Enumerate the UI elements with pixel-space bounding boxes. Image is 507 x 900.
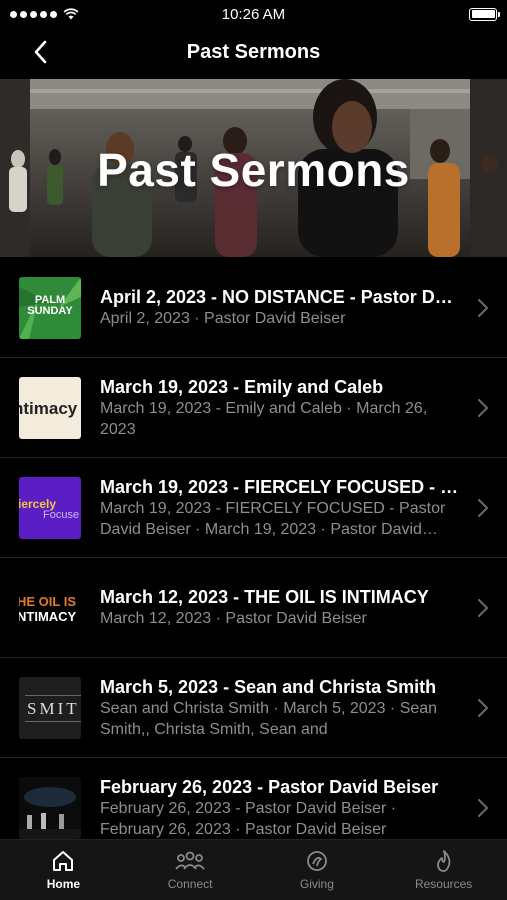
thumbnail-text: NTIMACY	[19, 609, 77, 624]
tab-label: Connect	[167, 877, 213, 891]
sermon-row[interactable]: PALM SUNDAY April 2, 2023 - NO DISTANCE …	[0, 258, 507, 358]
sermon-list: PALM SUNDAY April 2, 2023 - NO DISTANCE …	[0, 258, 507, 858]
status-left	[10, 8, 79, 20]
sermon-row[interactable]: SMIT March 5, 2023 - Sean and Christa Sm…	[0, 658, 507, 758]
sermon-title: March 5, 2023 - Sean and Christa Smith	[100, 676, 437, 697]
chevron-right-icon	[478, 799, 488, 817]
thumbnail-text: ntimacy	[19, 399, 78, 418]
sermon-title: March 19, 2023 - FIERCELY FOCUSED - Past…	[100, 476, 461, 497]
giving-icon	[306, 851, 327, 871]
sermon-title: February 26, 2023 - Pastor David Beiser	[100, 776, 439, 797]
sermon-subtitle: March 12, 2023 · Pastor David Beiser	[100, 610, 367, 627]
sermon-thumbnail	[19, 777, 81, 839]
sermon-thumbnail: HE OIL IS NTIMACY	[19, 577, 81, 639]
sermon-thumbnail: SMIT	[19, 677, 81, 739]
chevron-right-icon	[478, 699, 488, 717]
sermon-row[interactable]: iercely Focuse March 19, 2023 - FIERCELY…	[0, 458, 507, 558]
sermon-title: April 2, 2023 - NO DISTANCE - Pastor Dav…	[100, 287, 461, 307]
thumbnail-text: Focuse	[43, 509, 80, 521]
sermon-thumbnail: ntimacy	[19, 377, 81, 439]
tab-label: Home	[46, 877, 81, 891]
flame-icon	[436, 850, 450, 872]
sermon-thumbnail: iercely Focuse	[19, 477, 81, 539]
tab-home[interactable]: Home	[0, 840, 127, 900]
thumbnail-text: HE OIL IS	[19, 594, 76, 609]
sermon-subtitle: March 19, 2023 - Emily and Caleb · March…	[100, 399, 428, 438]
stage-photo	[19, 787, 81, 839]
tab-label: Giving	[299, 877, 334, 891]
sermon-row[interactable]: HE OIL IS NTIMACY March 12, 2023 - THE O…	[0, 558, 507, 658]
tab-giving[interactable]: Giving	[254, 840, 381, 900]
sermon-text: March 5, 2023 - Sean and Christa Smith S…	[100, 658, 461, 757]
people-icon	[175, 851, 205, 870]
sermon-text: March 19, 2023 - Emily and Caleb March 1…	[100, 358, 461, 457]
sermon-subtitle: February 26, 2023 - Pastor David Beiser …	[100, 799, 397, 838]
battery-icon	[469, 7, 500, 21]
navigation-bar: Past Sermons	[0, 28, 507, 78]
hero-title: Past Sermons	[97, 144, 410, 196]
chevron-right-icon	[478, 599, 488, 617]
tab-label: Resources	[414, 877, 473, 891]
chevron-right-icon	[478, 499, 488, 517]
thumbnail-text: SMIT	[27, 699, 80, 718]
sermon-title: March 12, 2023 - THE OIL IS INTIMACY	[100, 587, 429, 607]
sermon-title: March 19, 2023 - Emily and Caleb	[100, 376, 384, 397]
sermon-text: March 19, 2023 - FIERCELY FOCUSED - Past…	[100, 458, 461, 557]
chevron-right-icon	[478, 399, 488, 417]
hero-banner: Past Sermons	[0, 79, 507, 257]
signal-strength-icon	[10, 10, 57, 18]
tab-resources[interactable]: Resources	[380, 840, 507, 900]
sermon-subtitle: April 2, 2023 · Pastor David Beiser	[100, 310, 346, 327]
sermon-subtitle: Sean and Christa Smith · March 5, 2023 ·…	[100, 699, 438, 738]
sermon-text: April 2, 2023 - NO DISTANCE - Pastor Dav…	[100, 258, 461, 357]
sermon-row[interactable]: ntimacy March 19, 2023 - Emily and Caleb…	[0, 358, 507, 458]
chevron-right-icon	[478, 299, 488, 317]
tab-connect[interactable]: Connect	[127, 840, 254, 900]
tab-bar: Home Connect Giving Resources	[0, 839, 507, 900]
wifi-icon	[63, 8, 79, 20]
sermon-thumbnail: PALM SUNDAY	[19, 277, 81, 339]
sermon-text: March 12, 2023 - THE OIL IS INTIMACY Mar…	[100, 558, 461, 657]
thumbnail-text: PALM SUNDAY	[27, 294, 73, 317]
home-icon	[53, 851, 74, 871]
status-bar: 10:26 AM	[0, 0, 507, 28]
sermon-subtitle: March 19, 2023 - FIERCELY FOCUSED - Past…	[100, 499, 446, 538]
page-title: Past Sermons	[186, 41, 321, 63]
